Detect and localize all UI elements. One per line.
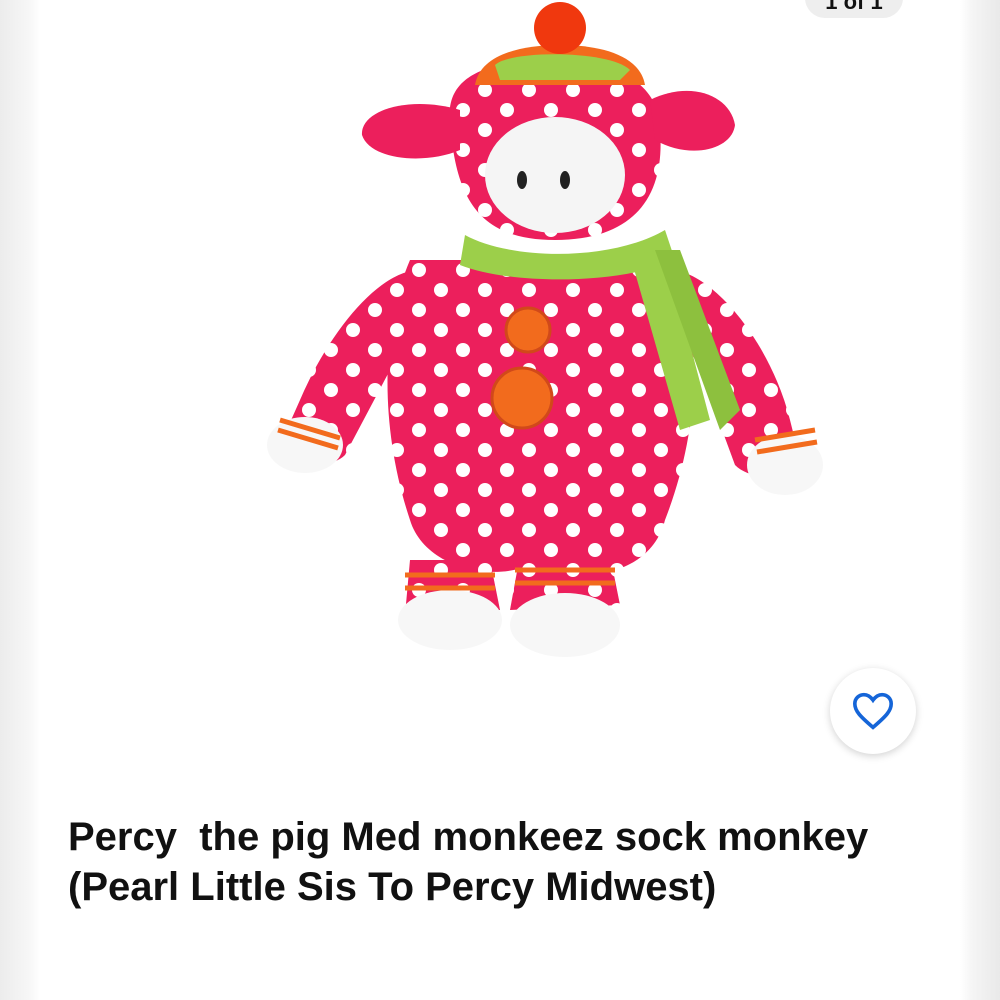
listing-page: Percy the pig Med monkeez sock monkey (P… — [0, 0, 1000, 1000]
image-counter-badge: 1 of 1 — [805, 0, 903, 18]
watch-button[interactable] — [830, 668, 916, 754]
product-image — [267, 2, 823, 657]
listing-title: Percy the pig Med monkeez sock monkey (P… — [68, 815, 880, 909]
product-image-carousel[interactable] — [40, 0, 960, 780]
heart-outline-icon — [852, 692, 894, 730]
previous-card-edge — [0, 0, 40, 1000]
listing-card: Percy the pig Med monkeez sock monkey (P… — [40, 0, 960, 1000]
next-card-edge — [960, 0, 1000, 1000]
